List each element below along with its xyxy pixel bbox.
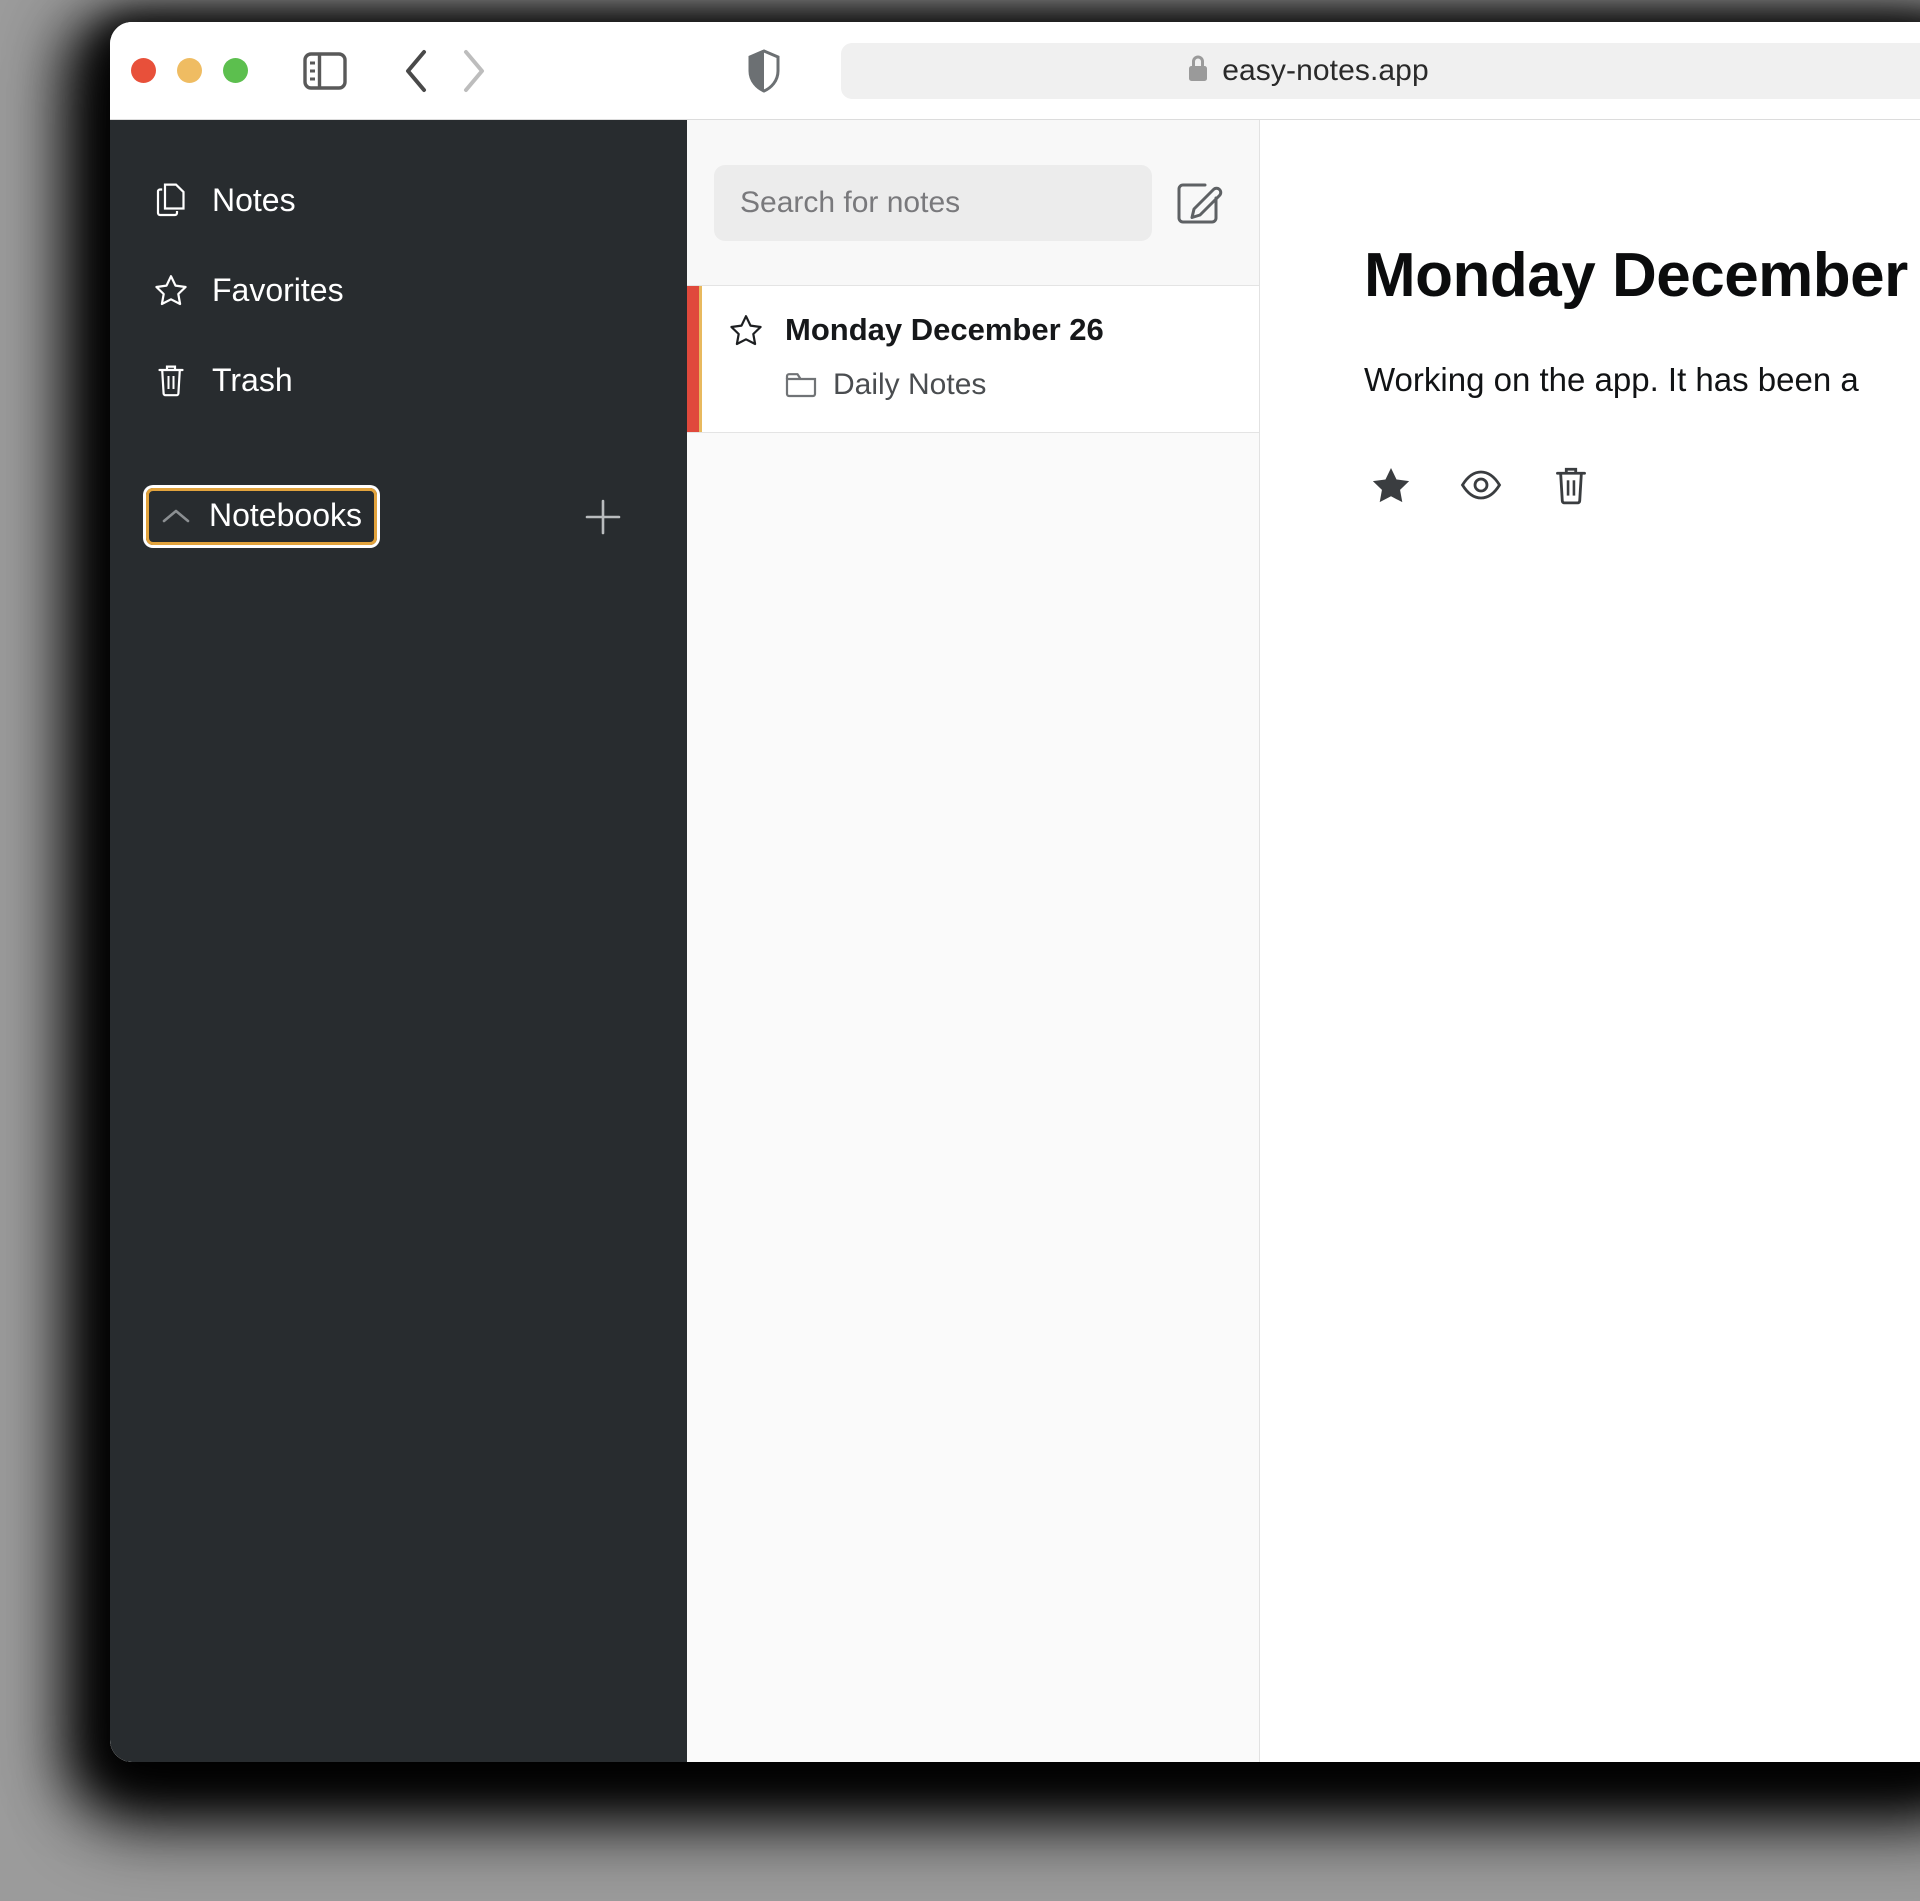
trash-icon xyxy=(154,363,188,397)
notebooks-section-header: Notebooks xyxy=(110,488,687,545)
sidebar-item-label: Favorites xyxy=(212,271,344,308)
favorite-button[interactable] xyxy=(1364,459,1418,513)
page-backdrop: easy-notes.app Notes Favorites Trash Not… xyxy=(0,0,1920,1901)
sidebar-item-label: Notes xyxy=(212,181,296,218)
close-button[interactable] xyxy=(131,58,156,83)
search-input[interactable] xyxy=(714,164,1152,241)
lock-icon xyxy=(1186,53,1210,88)
notebooks-collapse-button[interactable]: Notebooks xyxy=(146,488,377,545)
delete-button[interactable] xyxy=(1544,459,1598,513)
copy-document-icon xyxy=(154,183,188,217)
browser-toolbar: easy-notes.app xyxy=(110,22,1920,120)
note-item-notebook: Daily Notes xyxy=(833,368,987,401)
app-sidebar: Notes Favorites Trash Notebooks xyxy=(110,120,687,1762)
maximize-button[interactable] xyxy=(223,58,248,83)
address-bar[interactable]: easy-notes.app xyxy=(840,42,1920,99)
sidebar-item-notes[interactable]: Notes xyxy=(110,166,687,234)
note-title-heading: Monday December 26 xyxy=(1364,241,1920,310)
note-item-title-row: Monday December 26 xyxy=(687,312,1239,348)
app-container: Notes Favorites Trash Notebooks Search f… xyxy=(110,120,1920,1762)
window-controls xyxy=(131,58,248,83)
minimize-button[interactable] xyxy=(177,58,202,83)
sidebar-item-label: Trash xyxy=(212,361,293,398)
note-action-bar xyxy=(1364,459,1920,513)
chevron-left-icon[interactable] xyxy=(396,45,437,97)
notebooks-label: Notebooks xyxy=(209,497,362,533)
eye-icon xyxy=(1460,468,1502,505)
plus-icon[interactable] xyxy=(577,491,629,543)
note-list-item[interactable]: Monday December 26 Daily Notes xyxy=(687,286,1259,433)
sidebar-item-favorites[interactable]: Favorites xyxy=(110,256,687,324)
browser-window: easy-notes.app Notes Favorites Trash Not… xyxy=(110,22,1920,1762)
note-item-notebook-row: Daily Notes xyxy=(687,368,1239,402)
star-filled-icon xyxy=(1371,466,1411,507)
star-outline-icon[interactable] xyxy=(729,313,763,347)
note-list-header xyxy=(687,120,1259,286)
compose-pencil-icon[interactable] xyxy=(1174,174,1225,232)
star-outline-icon xyxy=(154,273,188,307)
chevron-right-icon xyxy=(453,45,494,97)
note-editor-panel: Monday December 26 Working on the app. I… xyxy=(1260,120,1920,1762)
note-body-text[interactable]: Working on the app. It has been a xyxy=(1364,361,1920,399)
note-list-panel: Monday December 26 Daily Notes xyxy=(687,120,1260,1762)
chevron-up-icon xyxy=(161,501,191,531)
preview-button[interactable] xyxy=(1454,459,1508,513)
shield-icon[interactable] xyxy=(744,45,784,97)
sidebar-toggle-icon[interactable] xyxy=(303,45,348,97)
trash-icon xyxy=(1554,465,1588,508)
note-item-title: Monday December 26 xyxy=(785,312,1104,347)
sidebar-item-trash[interactable]: Trash xyxy=(110,346,687,414)
url-text: easy-notes.app xyxy=(1222,53,1429,87)
folder-icon xyxy=(785,369,817,401)
